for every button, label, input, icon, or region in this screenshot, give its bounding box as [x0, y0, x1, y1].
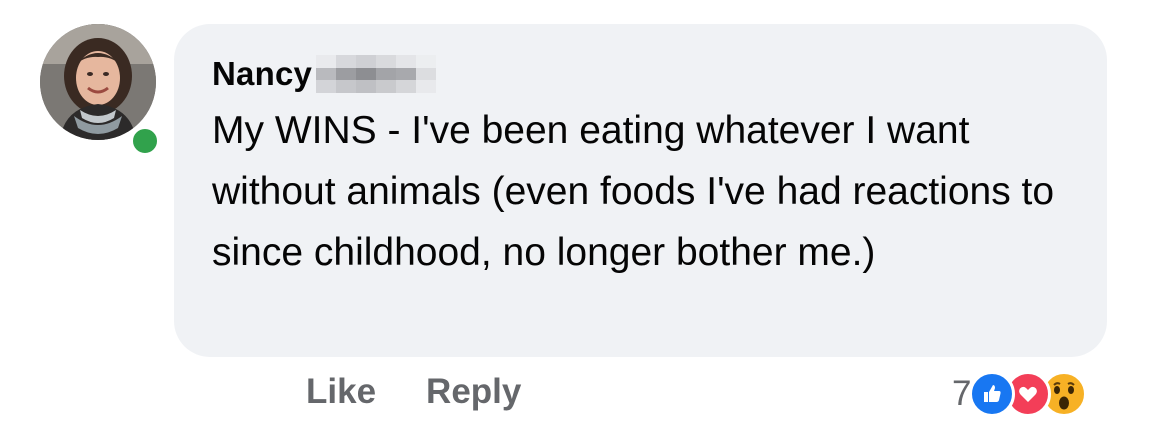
avatar-photo — [40, 24, 156, 140]
like-icon — [969, 371, 1016, 417]
reactions-summary[interactable]: 7 — [952, 370, 1088, 418]
online-status-dot — [128, 124, 162, 158]
comment-actions: Like Reply — [306, 372, 521, 412]
reply-button[interactable]: Reply — [426, 372, 521, 412]
comment-text: My WINS - I've been eating whatever I wa… — [212, 109, 1055, 274]
avatar-container[interactable] — [40, 24, 162, 158]
author-row: Nancy — [212, 52, 437, 96]
avatar[interactable] — [40, 24, 156, 140]
comment-bubble: Nancy My WINS - I've been eating whateve… — [174, 24, 1107, 357]
like-button[interactable]: Like — [306, 372, 376, 412]
blurred-surname — [316, 55, 437, 93]
author-name[interactable]: Nancy — [212, 55, 312, 93]
